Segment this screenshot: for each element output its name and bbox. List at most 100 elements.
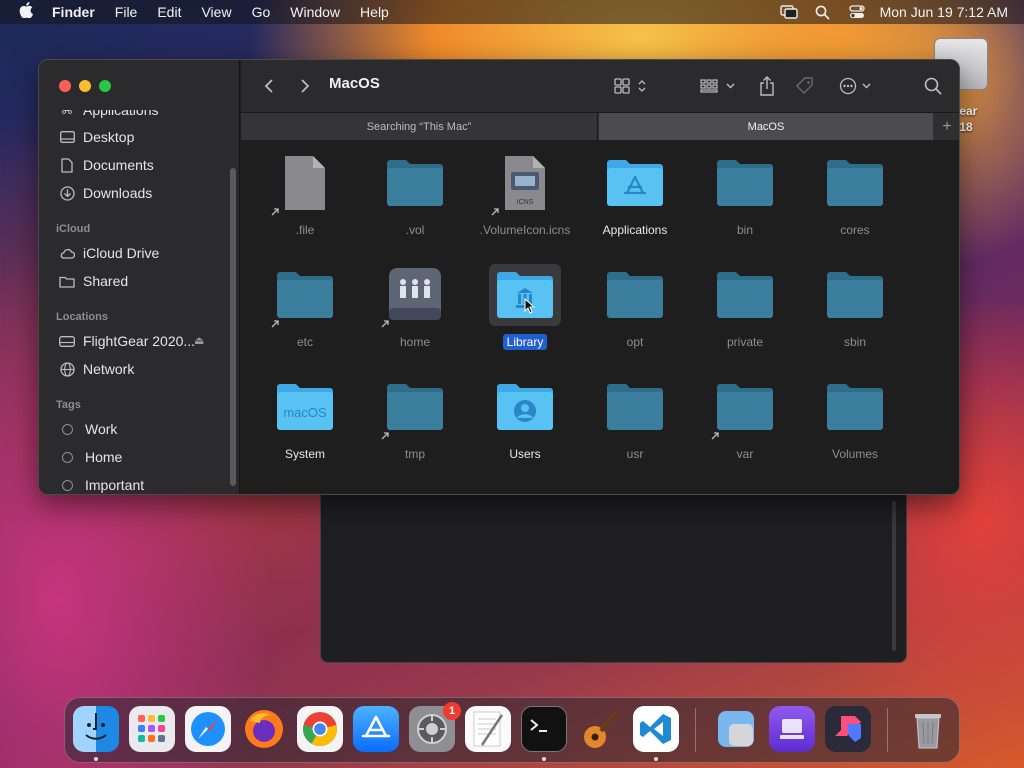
file-item-label: sbin: [843, 335, 866, 349]
finder-sidebar: ⌘ Applications Desktop Documents Downlo: [39, 60, 240, 494]
menu-edit[interactable]: Edit: [147, 0, 191, 24]
finder-dock-icon[interactable]: [73, 706, 119, 752]
file-item-label: tmp: [404, 447, 425, 461]
menu-app-name[interactable]: Finder: [52, 0, 105, 24]
folder-icon: [709, 152, 781, 214]
share-icon[interactable]: [755, 74, 779, 98]
file-item[interactable]: Library: [477, 256, 573, 368]
tab-search-this-mac[interactable]: Searching “This Mac”: [241, 113, 598, 141]
file-item[interactable]: .file: [257, 144, 353, 256]
sidebar-item-desktop[interactable]: Desktop: [39, 123, 229, 151]
dock-separator: [887, 708, 888, 752]
globe-icon: [59, 361, 75, 377]
search-icon[interactable]: [921, 74, 945, 98]
menu-view[interactable]: View: [191, 0, 241, 24]
sidebar-item-network[interactable]: Network: [39, 355, 229, 383]
sidebar-item-icloud-drive[interactable]: iCloud Drive: [39, 239, 229, 267]
view-mode-button[interactable]: [613, 74, 649, 98]
file-item[interactable]: usr: [587, 368, 683, 480]
file-item[interactable]: macOS System: [257, 368, 353, 480]
terminal-dock-icon[interactable]: [521, 706, 567, 752]
apple-menu-icon[interactable]: [0, 2, 52, 22]
close-button[interactable]: [59, 80, 71, 92]
background-window-scrollbar[interactable]: [892, 501, 896, 651]
tag-icon[interactable]: [793, 74, 817, 98]
spotlight-search-icon[interactable]: [806, 0, 840, 24]
folder-icon: macOS: [269, 376, 341, 438]
file-item[interactable]: ICNS .VolumeIcon.icns: [477, 144, 573, 256]
file-item[interactable]: Applications: [587, 144, 683, 256]
folder-icon: [269, 264, 341, 328]
file-item-label: Library: [502, 334, 548, 350]
firefox-dock-icon[interactable]: [241, 706, 287, 752]
file-item[interactable]: Volumes: [807, 368, 903, 480]
sidebar-item-downloads[interactable]: Downloads: [39, 179, 229, 207]
desktop-icon: [59, 129, 75, 145]
file-item[interactable]: Users: [477, 368, 573, 480]
cloud-icon: [59, 245, 75, 261]
sidebar-item-tag-work[interactable]: Work: [39, 415, 229, 443]
alias-arrow-icon: [271, 315, 280, 328]
back-button[interactable]: [259, 74, 279, 98]
drive-icon: [59, 333, 75, 349]
sidebar-header-locations: Locations: [56, 311, 108, 323]
running-indicator: [654, 757, 658, 761]
trash-dock-icon[interactable]: [905, 706, 951, 752]
eject-icon[interactable]: ⏏: [194, 334, 204, 347]
sidebar-item-documents[interactable]: Documents: [39, 151, 229, 179]
file-item[interactable]: var: [697, 368, 793, 480]
file-item-label: System: [284, 447, 325, 461]
menu-window[interactable]: Window: [280, 0, 350, 24]
vscode-dock-icon[interactable]: [633, 706, 679, 752]
more-actions-icon[interactable]: [837, 74, 877, 98]
minimize-button[interactable]: [79, 80, 91, 92]
zoom-button[interactable]: [99, 80, 111, 92]
control-center-icon[interactable]: [840, 0, 874, 24]
file-item[interactable]: bin: [697, 144, 793, 256]
launchpad-dock-icon[interactable]: [129, 706, 175, 752]
folder-icon: [709, 376, 781, 440]
file-item[interactable]: cores: [807, 144, 903, 256]
disk-image-dock-icon[interactable]: [769, 706, 815, 752]
file-item[interactable]: private: [697, 256, 793, 368]
download-icon: [59, 185, 75, 201]
app-store-dock-icon[interactable]: [353, 706, 399, 752]
textedit-dock-icon[interactable]: [465, 706, 511, 752]
alias-arrow-icon: [711, 427, 720, 440]
sidebar-scrollbar[interactable]: [230, 168, 236, 486]
new-tab-button[interactable]: +: [933, 113, 959, 141]
sidebar-item-shared[interactable]: Shared: [39, 267, 229, 295]
svg-text:macOS: macOS: [283, 405, 327, 420]
forward-button[interactable]: [295, 74, 315, 98]
background-window[interactable]: [320, 480, 907, 663]
screen-mirroring-icon[interactable]: [772, 0, 806, 24]
safari-dock-icon[interactable]: [185, 706, 231, 752]
sidebar-item-tag-home[interactable]: Home: [39, 443, 229, 471]
menu-clock[interactable]: Mon Jun 19 7:12 AM: [874, 4, 1008, 20]
file-item[interactable]: .vol: [367, 144, 463, 256]
file-item[interactable]: tmp: [367, 368, 463, 480]
chrome-dock-icon[interactable]: [297, 706, 343, 752]
file-item[interactable]: home: [367, 256, 463, 368]
folder-icon: [819, 264, 891, 326]
shortcuts-dock-icon[interactable]: [825, 706, 871, 752]
menu-file[interactable]: File: [105, 0, 148, 24]
garageband-dock-icon[interactable]: [577, 706, 623, 752]
sidebar-item-applications[interactable]: ⌘ Applications: [39, 110, 229, 124]
menu-help[interactable]: Help: [350, 0, 399, 24]
file-item-label: cores: [840, 223, 870, 237]
shared-folder-icon: [59, 273, 75, 289]
sidebar-item-tag-important[interactable]: Important: [39, 471, 229, 494]
file-item-label: .vol: [405, 223, 425, 237]
menu-go[interactable]: Go: [242, 0, 281, 24]
file-item-label: Volumes: [831, 447, 879, 461]
file-item[interactable]: etc: [257, 256, 353, 368]
finder-window-dock-icon[interactable]: [713, 706, 759, 752]
file-icon: ICNS: [489, 152, 561, 216]
system-settings-dock-icon[interactable]: 1: [409, 702, 461, 752]
group-button[interactable]: [699, 74, 739, 98]
tab-macos[interactable]: MacOS: [599, 113, 933, 141]
file-item[interactable]: opt: [587, 256, 683, 368]
file-item-label: Applications: [602, 223, 668, 237]
file-item[interactable]: sbin: [807, 256, 903, 368]
